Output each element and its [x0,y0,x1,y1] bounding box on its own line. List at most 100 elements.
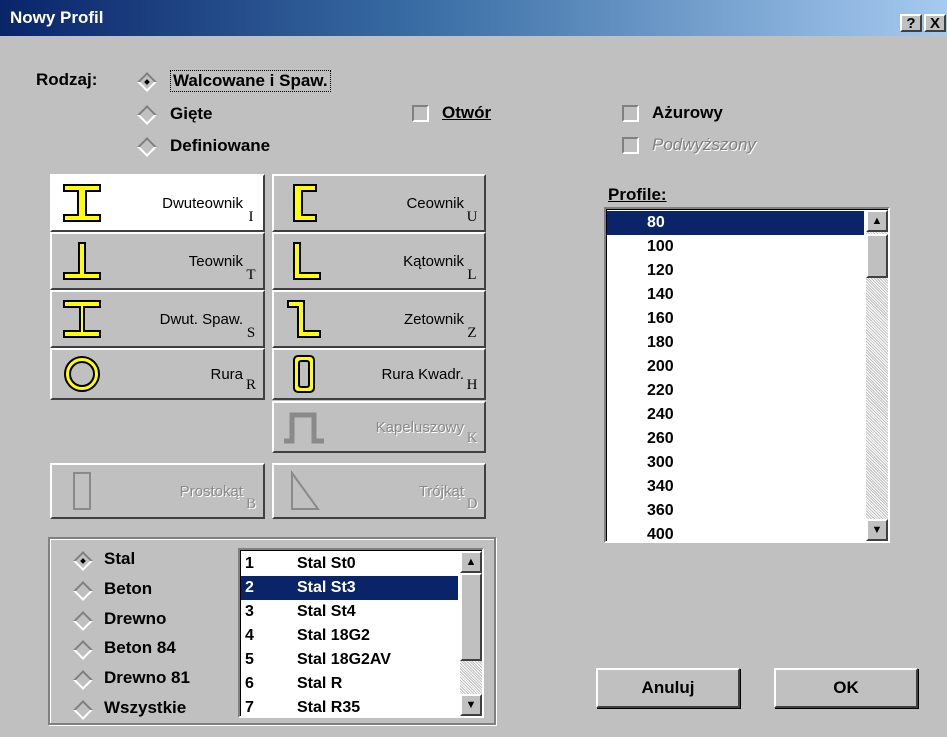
profile-item[interactable]: 120 [607,259,864,283]
kind-radio-definiowane[interactable] [137,137,157,157]
i-beam-icon [63,184,101,222]
profile-type-label: Ceownik [406,194,464,212]
profile-item[interactable]: 160 [607,307,864,331]
grade-number: 7 [245,699,254,716]
hat-section-icon [284,412,324,444]
otwor-label[interactable]: Otwór [442,103,491,123]
profile-item[interactable]: 400 [607,523,864,547]
welded-i-beam-icon [63,300,101,338]
tee-icon [63,242,101,280]
rectangle-icon [73,472,91,510]
kind-label-walcowane[interactable]: Walcowane i Spaw. [170,70,331,92]
ok-button[interactable]: OK [774,668,918,708]
material-grade-item[interactable]: 5 Stal 18G2AV [241,648,458,672]
profile-type-prostokat: Prostokąt B [50,463,265,519]
profile-item[interactable]: 240 [607,403,864,427]
scroll-up-icon[interactable]: ▲ [460,551,482,573]
profile-type-label: Teownik [188,252,243,270]
grade-name: Stal St0 [297,555,356,572]
profile-type-key: L [467,267,477,283]
scroll-thumb[interactable] [460,573,482,661]
grade-name: Stal 18G2 [297,627,370,644]
profile-type-teownik[interactable]: Teownik T [50,232,265,290]
material-grade-item[interactable]: 7 Stal R35 [241,696,458,720]
azurowy-checkbox[interactable] [622,105,639,122]
profiles-scrollbar[interactable]: ▲ ▼ [866,210,888,541]
profile-item[interactable]: 80 [607,211,864,235]
profile-type-key: S [246,325,256,341]
kind-label-giete[interactable]: Gięte [170,104,213,124]
scroll-thumb[interactable] [866,234,888,278]
kind-label-definiowane[interactable]: Definiowane [170,136,270,156]
profile-type-rura[interactable]: Rura R [50,348,265,400]
profile-item[interactable]: 220 [607,379,864,403]
podwyzszony-checkbox [622,137,639,154]
profile-type-key: D [466,496,478,512]
profile-type-label: Rura [210,365,243,383]
material-grade-listbox[interactable]: 1 Stal St0 2 Stal St3 3 Stal St4 4 Stal 18G2… [238,548,484,718]
material-grade-item[interactable]: 6 Stal R [241,672,458,696]
profile-item[interactable]: 100 [607,235,864,259]
azurowy-label[interactable]: Ażurowy [652,103,723,123]
material-grade-item[interactable]: 3 Stal St4 [241,600,458,624]
help-button[interactable]: ? [900,14,922,32]
kind-radio-walcowane[interactable] [137,72,157,92]
profile-type-label: Prostokąt [179,482,243,500]
title-bar [0,0,947,36]
profile-item[interactable]: 180 [607,331,864,355]
profile-type-key: R [245,377,256,393]
material-label-wszystkie[interactable]: Wszystkie [104,698,186,718]
profile-type-label: Kapeluszowy [375,418,464,436]
kind-radio-giete[interactable] [137,105,157,125]
grade-number: 5 [245,651,254,668]
profile-type-dwuteownik[interactable]: Dwuteownik I [50,174,265,232]
scroll-up-icon[interactable]: ▲ [866,210,888,232]
profile-item[interactable]: 340 [607,475,864,499]
grade-name: Stal R [297,675,343,692]
profile-type-label: Zetownik [403,310,464,328]
profile-type-ceownik[interactable]: Ceownik U [272,174,486,232]
profiles-listbox[interactable]: 80 100 120 140 160 180 200 220 240 260 3… [604,207,890,543]
podwyzszony-label: Podwyższony [652,135,756,154]
material-grade-list: 1 Stal St0 2 Stal St3 3 Stal St4 4 Stal 18G2… [241,552,458,720]
material-label-beton84[interactable]: Beton 84 [104,638,176,658]
cancel-button[interactable]: Anuluj [596,668,740,708]
profile-item[interactable]: 200 [607,355,864,379]
material-label-beton[interactable]: Beton [104,579,152,599]
profile-type-label: Dwut. Spaw. [159,310,243,328]
material-grade-scrollbar[interactable]: ▲ ▼ [460,551,482,716]
kind-label: Rodzaj: [36,70,98,89]
profile-type-key: H [466,377,478,393]
material-grade-item[interactable]: 4 Stal 18G2 [241,624,458,648]
material-label-drewno[interactable]: Drewno [104,609,166,629]
profile-type-katownik[interactable]: Kątownik L [272,232,486,290]
profile-item[interactable]: 300 [607,451,864,475]
profile-type-dwut-spaw[interactable]: Dwut. Spaw. S [50,290,265,348]
profile-type-key: T [246,267,256,283]
profile-type-rura-kwadr[interactable]: Rura Kwadr. H [272,348,486,400]
profile-type-zetownik[interactable]: Zetownik Z [272,290,486,348]
angle-icon [293,242,321,280]
profiles-list: 80 100 120 140 160 180 200 220 240 260 3… [607,211,864,547]
profile-type-key: Z [467,325,477,341]
material-label-stal[interactable]: Stal [104,549,135,569]
profile-item[interactable]: 140 [607,283,864,307]
otwor-checkbox[interactable] [412,105,429,122]
profile-type-key: I [248,209,254,225]
grade-number: 6 [245,675,254,692]
material-grade-item[interactable]: 2 Stal St3 [241,576,458,600]
material-label-drewno81[interactable]: Drewno 81 [104,668,190,688]
round-tube-icon [64,356,100,392]
profile-type-kapeluszowy: Kapeluszowy K [272,401,486,453]
profile-item[interactable]: 360 [607,499,864,523]
profile-item[interactable]: 260 [607,427,864,451]
scroll-down-icon[interactable]: ▼ [866,519,888,541]
grade-number: 2 [245,579,254,596]
scroll-down-icon[interactable]: ▼ [460,694,482,716]
close-button[interactable]: X [924,14,946,32]
profiles-label: Profile: [608,185,667,204]
triangle-icon [291,469,320,510]
profile-type-label: Kątownik [403,252,464,270]
grade-name: Stal St3 [297,579,356,596]
material-grade-item[interactable]: 1 Stal St0 [241,552,458,576]
